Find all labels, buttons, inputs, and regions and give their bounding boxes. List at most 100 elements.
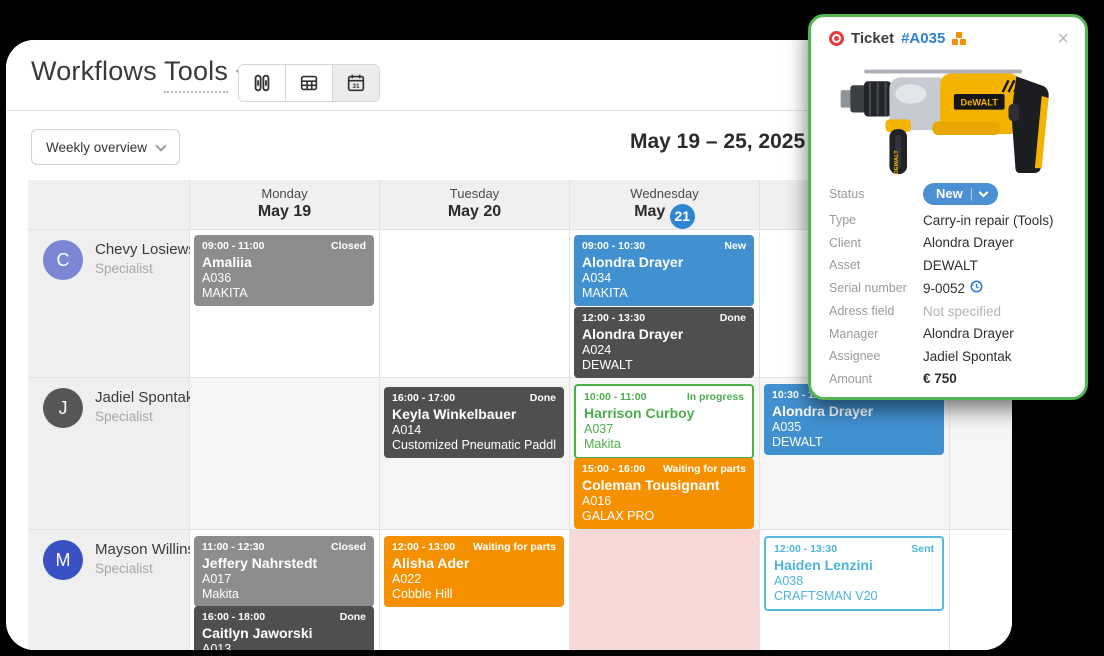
field-value: 9-0052 [923,281,965,296]
ticket-title: Ticket [851,30,894,47]
header-cell-specialists [28,180,190,230]
day-cell: 09:00 - 11:00 Closed Amaliia A036 MAKITA [190,230,380,378]
card-brand: MAKITA [582,286,746,300]
specialist-role: Specialist [95,409,153,424]
weekly-overview-label: Weekly overview [46,140,147,155]
field-type: Type Carry-in repair (Tools) [829,213,1069,228]
svg-text:31: 31 [352,83,360,90]
card-brand: Cobble Hill [392,587,556,601]
blocked-day-cell [570,530,760,650]
card-time: 12:00 - 13:30 [774,543,837,555]
header-cell-monday: Monday May 19 [190,180,380,230]
table-icon [298,72,320,94]
appointment-card-a014[interactable]: 16:00 - 17:00Done Keyla Winkelbauer A014… [384,387,564,458]
card-client: Alondra Drayer [582,326,746,342]
appointment-card-a037[interactable]: 10:00 - 11:00In progress Harrison Curboy… [574,384,754,459]
day-cell [950,378,1012,530]
close-icon[interactable]: × [1057,32,1069,46]
field-manager: Manager Alondra Drayer [829,326,1069,341]
day-date: May 19 [190,203,379,221]
card-ticket-id: A013 [202,642,366,650]
status-value: New [936,186,963,201]
day-cell: 12:00 - 13:00 Waiting for parts Alisha Ad… [380,530,570,650]
view-toggle-group: 31 [238,64,380,102]
card-ticket-id: A036 [202,271,366,285]
svg-text:DeWALT: DeWALT [961,98,999,108]
day-cell: 10:00 - 11:00In progress Harrison Curboy… [570,378,760,530]
field-label: Client [829,236,923,250]
field-value: Alondra Drayer [923,326,1014,341]
field-label: Serial number [829,281,923,295]
card-time: 09:00 - 10:30 [582,240,645,252]
day-cell: 11:00 - 12:30Closed Jeffery Nahrstedt A0… [190,530,380,650]
card-brand: DEWALT [582,358,746,372]
header-cell-wednesday: Wednesday May 21 [570,180,760,230]
appointment-card-a036[interactable]: 09:00 - 11:00 Closed Amaliia A036 MAKITA [194,235,374,306]
card-client: Jeffery Nahrstedt [202,555,366,571]
ticket-id-link[interactable]: #A035 [901,30,945,47]
view-kanban-button[interactable] [239,65,286,101]
card-brand: Makita [202,587,366,601]
ticket-popup: Ticket #A035 × DeWALT [808,14,1088,400]
parts-icon [952,32,967,46]
card-time: 12:00 - 13:30 [582,312,645,324]
field-status: Status New | [829,183,1069,205]
card-brand: MAKITA [202,286,366,300]
field-address: Adress field Not specified [829,304,1069,319]
day-name: Monday [190,186,379,201]
card-time: 09:00 - 11:00 [202,240,264,252]
day-cell [950,530,1012,650]
appointment-card-a017[interactable]: 11:00 - 12:30Closed Jeffery Nahrstedt A0… [194,536,374,607]
card-client: Alisha Ader [392,555,556,571]
weekly-overview-select[interactable]: Weekly overview [31,129,180,165]
view-calendar-button[interactable]: 31 [333,65,379,101]
card-ticket-id: A016 [582,494,746,508]
status-dropdown[interactable]: New | [923,183,998,205]
field-value: Carry-in repair (Tools) [923,213,1054,228]
chevron-down-icon [979,188,989,198]
field-label: Status [829,187,923,201]
card-status: Sent [911,543,934,555]
card-ticket-id: A022 [392,572,556,586]
avatar: J [43,388,83,428]
today-badge: 21 [670,204,695,229]
appointment-card-a038[interactable]: 12:00 - 13:30Sent Haiden Lenzini A038 CR… [764,536,944,611]
card-status: Done [340,611,366,623]
day-cell: 12:00 - 13:30Sent Haiden Lenzini A038 CR… [760,530,950,650]
field-client: Client Alondra Drayer [829,235,1069,250]
field-assignee: Assignee Jadiel Spontak [829,349,1069,364]
appointment-card-a013[interactable]: 16:00 - 18:00Done Caitlyn Jaworski A013 [194,606,374,650]
ticket-popup-header: Ticket #A035 × [811,17,1085,51]
divider: | [970,186,973,201]
page-title-tools[interactable]: Tools [164,56,228,93]
appointment-card-a022[interactable]: 12:00 - 13:00 Waiting for parts Alisha Ad… [384,536,564,607]
card-time: 12:00 - 13:00 [392,541,455,553]
card-client: Alondra Drayer [582,254,746,270]
card-status: Closed [331,240,366,252]
view-table-button[interactable] [286,65,333,101]
card-client: Haiden Lenzini [774,557,934,573]
svg-text:DEWALT: DEWALT [894,150,900,175]
card-status: Waiting for parts [473,541,556,553]
card-ticket-id: A035 [772,420,936,434]
field-label: Amount [829,372,923,386]
card-ticket-id: A037 [584,422,744,436]
card-client: Amaliia [202,254,366,270]
specialist-name: Jadiel Spontak [95,389,193,406]
field-asset: Asset DEWALT [829,258,1069,273]
card-time: 11:00 - 12:30 [202,541,264,553]
history-icon[interactable] [970,280,983,296]
card-ticket-id: A024 [582,343,746,357]
card-client: Harrison Curboy [584,405,744,421]
appointment-card-a034[interactable]: 09:00 - 10:30New Alondra Drayer A034 MAK… [574,235,754,306]
appointment-card-a024[interactable]: 12:00 - 13:30Done Alondra Drayer A024 DE… [574,307,754,378]
card-time: 10:00 - 11:00 [584,391,646,403]
calendar-icon: 31 [345,72,367,94]
day-cell: 16:00 - 17:00Done Keyla Winkelbauer A014… [380,378,570,530]
card-ticket-id: A038 [774,574,934,588]
day-date: May 21 [570,203,759,229]
field-value: € 750 [923,371,957,386]
target-icon [829,31,844,46]
appointment-card-a016[interactable]: 15:00 - 16:00Waiting for parts Coleman T… [574,458,754,529]
field-label: Type [829,213,923,227]
